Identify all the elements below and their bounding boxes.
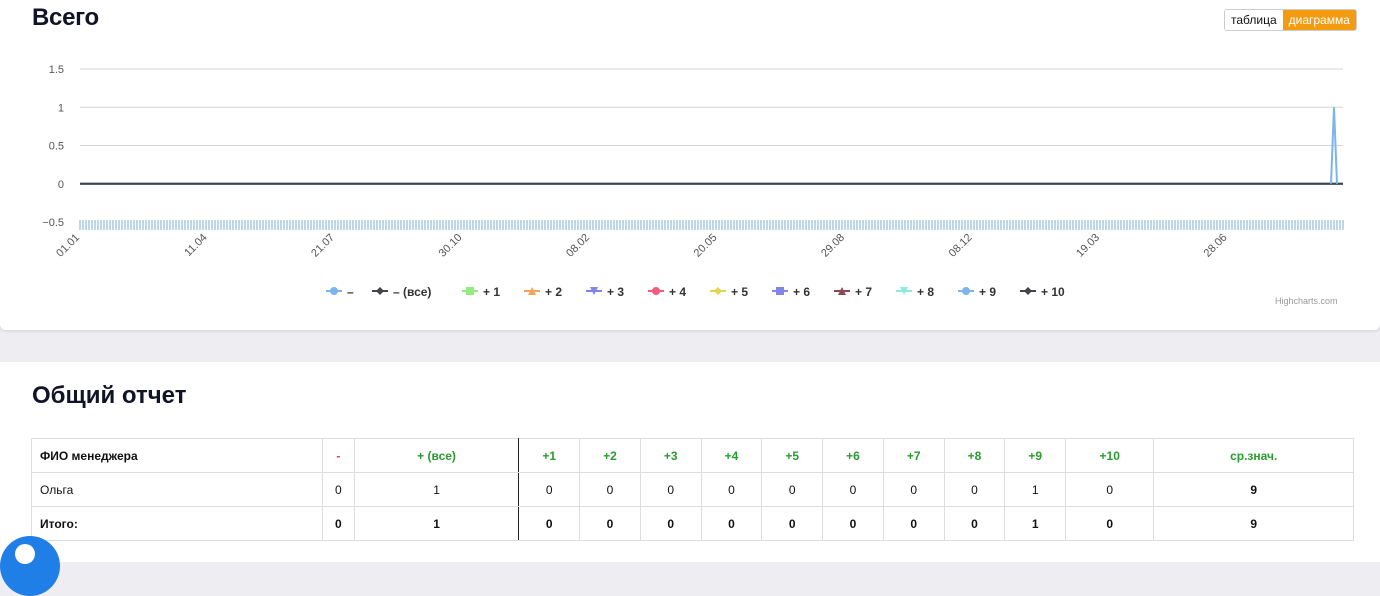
table-view-button[interactable]: таблица [1225,10,1283,30]
legend-label: + 4 [669,285,686,299]
column-header-manager: ФИО менеджера [31,438,323,473]
column-header: +4 [700,438,763,473]
x-tick-label: 08.12 [947,232,975,260]
table-cell: 0 [761,472,824,507]
legend-label: – (все) [393,285,431,299]
table-cell: 0 [943,472,1006,507]
x-tick-label: 29.08 [819,232,847,260]
column-header: +1 [518,438,581,473]
table-cell: 0 [822,472,884,507]
view-toggle: таблица диаграмма [1224,9,1357,31]
report-title: Общий отчет [32,382,187,409]
table-cell: 9 [1153,506,1354,541]
legend-label: + 2 [545,285,562,299]
legend-marker [376,287,384,295]
table-cell: 1 [353,472,520,507]
table-cell: 0 [882,472,945,507]
x-tick-label: 21.07 [309,232,337,260]
legend-label: + 6 [793,285,810,299]
table-cell: 0 [700,472,763,507]
table-cell: 1 [353,506,520,541]
manager-name-cell: Итого: [31,506,323,541]
legend-label: – [347,285,354,299]
legend-label: + 8 [917,285,934,299]
table-cell: 9 [1153,472,1354,507]
legend-marker [962,287,970,295]
legend-label: + 5 [731,285,748,299]
table-cell: 0 [518,472,581,507]
legend-marker [776,287,784,295]
y-tick-label: 0 [58,179,64,191]
x-tick-label: 08.02 [564,232,592,260]
x-tick-label: 19.03 [1074,232,1102,260]
column-header: - [322,438,355,473]
table-total-row: Итого: 0 1 0 0 0 0 0 0 0 0 1 0 9 [31,506,1354,541]
table-cell: 1 [1004,472,1067,507]
y-tick-label: 0.5 [49,141,64,153]
y-tick-label: −0.5 [42,217,64,229]
y-tick-label: 1 [58,102,64,114]
x-tick-label: 28.06 [1202,232,1230,260]
table-cell: 1 [1004,506,1067,541]
column-header: +7 [882,438,945,473]
x-tick-label: 01.01 [54,232,82,260]
y-tick-label: 1.5 [49,64,64,76]
table-cell: 0 [1065,506,1155,541]
chart-credits[interactable]: Highcharts.com [1275,296,1338,306]
legend-label: + 3 [607,285,624,299]
table-cell: 0 [639,472,702,507]
legend-label: + 1 [483,285,500,299]
table-cell: 0 [322,472,355,507]
table-header-row: ФИО менеджера - + (все) +1 +2 +3 +4 +5 +6 +7 +8 +9 +… [31,438,1354,473]
column-header: +3 [639,438,702,473]
page-title: Всего [32,4,99,31]
legend-marker [466,287,474,295]
table-cell: 0 [1065,472,1155,507]
legend-marker [714,287,722,295]
column-header: +8 [943,438,1006,473]
table-cell: 0 [761,506,824,541]
table-cell: 0 [579,506,641,541]
column-header: +6 [822,438,884,473]
legend-label: + 10 [1041,285,1065,299]
legend-marker [652,287,660,295]
table-cell: 0 [822,506,884,541]
report-table: ФИО менеджера - + (все) +1 +2 +3 +4 +5 +6 +7 +8 +9 +… [31,438,1354,541]
table-cell: 0 [700,506,763,541]
x-tick-label: 30.10 [437,232,465,260]
table-cell: 0 [518,506,581,541]
table-cell: 0 [882,506,945,541]
column-header: +9 [1004,438,1067,473]
column-header: +10 [1065,438,1155,473]
column-header: + (все) [353,438,520,473]
table-cell: 0 [322,506,355,541]
column-header: ср.знач. [1153,438,1354,473]
x-tick-label: 20.05 [692,232,720,260]
legend-marker [1024,287,1032,295]
chat-widget-button[interactable] [0,536,60,596]
line-chart: 1.5 1 0.5 0 −0.5 01.01 11.04 21.07 30.10 08.02 20.… [42,64,1344,299]
manager-name-cell: Ольга [31,472,323,507]
chart-view-button[interactable]: диаграмма [1282,10,1356,30]
legend-label: + 7 [855,285,872,299]
table-cell: 0 [579,472,641,507]
legend-marker [330,287,338,295]
x-tick-label: 11.04 [182,232,209,259]
legend-label: + 9 [979,285,996,299]
table-cell: 0 [639,506,702,541]
column-header: +2 [579,438,641,473]
table-cell: 0 [943,506,1006,541]
table-row: Ольга 0 1 0 0 0 0 0 0 0 0 1 0 9 [31,472,1354,507]
column-header: +5 [761,438,824,473]
